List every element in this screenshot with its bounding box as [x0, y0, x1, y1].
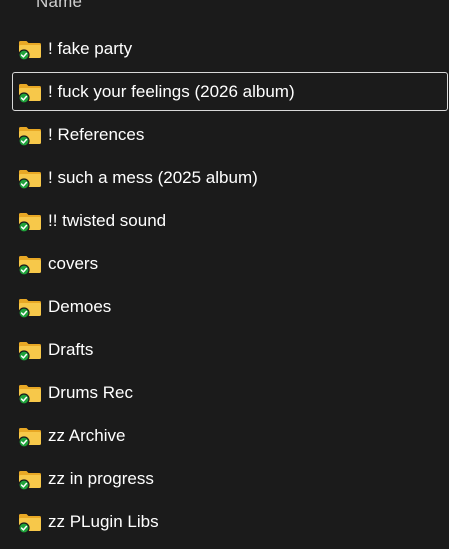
- folder-icon: [18, 426, 42, 448]
- folder-name: Demoes: [48, 297, 112, 316]
- folder-row[interactable]: zz Archive: [0, 414, 449, 457]
- folder-name: ! fuck your feelings (2026 album): [48, 82, 295, 101]
- folder-icon: [18, 512, 42, 534]
- folder-name: Drums Rec: [48, 383, 134, 402]
- file-list: ! fake party ! fuck your feelings (2026 …: [0, 27, 449, 543]
- folder-icon: [18, 82, 42, 104]
- folder-row[interactable]: Drums Rec: [0, 371, 449, 414]
- folder-row[interactable]: covers: [0, 242, 449, 285]
- folder-icon: [18, 39, 42, 61]
- folder-name: zz in progress: [48, 469, 154, 488]
- folder-row[interactable]: Demoes: [0, 285, 449, 328]
- folder-row[interactable]: ! fake party: [0, 27, 449, 70]
- folder-row[interactable]: ! References: [0, 113, 449, 156]
- folder-icon: [18, 254, 42, 276]
- folder-row[interactable]: !! twisted sound: [0, 199, 449, 242]
- folder-row[interactable]: zz in progress: [0, 457, 449, 500]
- folder-name: ! References: [48, 125, 145, 144]
- folder-row-selected[interactable]: ! fuck your feelings (2026 album): [0, 70, 449, 113]
- folder-icon: [18, 383, 42, 405]
- folder-name: ! such a mess (2025 album): [48, 168, 258, 187]
- folder-row[interactable]: Drafts: [0, 328, 449, 371]
- folder-icon: [18, 125, 42, 147]
- column-header-name[interactable]: Name: [36, 0, 82, 12]
- folder-icon: [18, 211, 42, 233]
- folder-name: Drafts: [48, 340, 94, 359]
- folder-name: zz PLugin Libs: [48, 512, 159, 531]
- folder-name: !! twisted sound: [48, 211, 167, 230]
- folder-row[interactable]: zz PLugin Libs: [0, 500, 449, 543]
- folder-row[interactable]: ! such a mess (2025 album): [0, 156, 449, 199]
- folder-icon: [18, 297, 42, 319]
- folder-icon: [18, 340, 42, 362]
- folder-icon: [18, 469, 42, 491]
- folder-name: zz Archive: [48, 426, 126, 445]
- folder-name: covers: [48, 254, 99, 273]
- folder-icon: [18, 168, 42, 190]
- folder-name: ! fake party: [48, 39, 133, 58]
